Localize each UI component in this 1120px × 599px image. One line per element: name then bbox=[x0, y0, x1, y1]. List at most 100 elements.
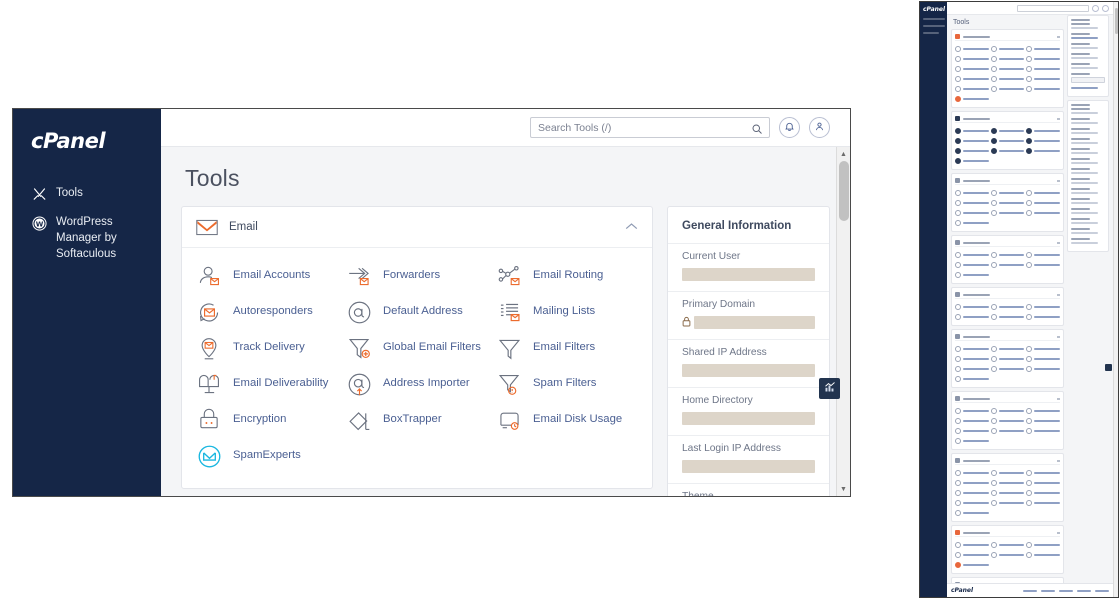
thumbnail-tool[interactable] bbox=[991, 84, 1025, 93]
scrollbar-thumb[interactable] bbox=[839, 161, 849, 221]
thumbnail-tool[interactable] bbox=[955, 156, 989, 165]
thumbnail-tool[interactable] bbox=[955, 468, 989, 477]
tool-global-email-filters[interactable]: Global Email Filters bbox=[346, 330, 496, 366]
thumbnail-search-input[interactable] bbox=[1017, 5, 1089, 12]
thumbnail-tool[interactable] bbox=[955, 508, 989, 517]
thumbnail-section-header[interactable] bbox=[955, 457, 1060, 465]
thumbnail-tool[interactable] bbox=[955, 478, 989, 487]
thumbnail-tool[interactable] bbox=[991, 198, 1025, 207]
thumbnail-tool[interactable] bbox=[955, 126, 989, 135]
thumbnail-tool[interactable] bbox=[991, 426, 1025, 435]
thumbnail-tool[interactable] bbox=[955, 354, 989, 363]
thumbnail-tool[interactable] bbox=[991, 540, 1025, 549]
thumbnail-section-card[interactable] bbox=[951, 29, 1064, 108]
thumbnail-tool[interactable] bbox=[955, 146, 989, 155]
thumbnail-tool[interactable] bbox=[955, 250, 989, 259]
thumbnail-footer-link[interactable] bbox=[1095, 590, 1109, 592]
thumbnail-section-card[interactable] bbox=[951, 287, 1064, 326]
thumbnail-tool[interactable] bbox=[1026, 260, 1060, 269]
thumbnail-tool[interactable] bbox=[991, 302, 1025, 311]
tool-email-routing[interactable]: Email Routing bbox=[496, 258, 646, 294]
thumbnail-tool[interactable] bbox=[1026, 198, 1060, 207]
thumbnail-tool[interactable] bbox=[955, 550, 989, 559]
thumbnail-tool[interactable] bbox=[991, 344, 1025, 353]
chevron-up-icon[interactable] bbox=[625, 218, 638, 236]
thumbnail-tool[interactable] bbox=[1026, 550, 1060, 559]
thumbnail-tool[interactable] bbox=[991, 498, 1025, 507]
sidebar-item-wordpress-manager[interactable]: W WordPress Manager by Softaculous bbox=[13, 208, 161, 269]
thumbnail-section-header[interactable] bbox=[955, 395, 1060, 403]
full-page-thumbnail[interactable]: cPanel Tools bbox=[919, 1, 1119, 598]
thumbnail-tool[interactable] bbox=[955, 540, 989, 549]
thumbnail-tool[interactable] bbox=[955, 260, 989, 269]
thumbnail-scrollbar[interactable] bbox=[1113, 2, 1118, 597]
cpanel-logo[interactable]: cPanel bbox=[13, 123, 161, 153]
thumbnail-tool[interactable] bbox=[991, 488, 1025, 497]
thumbnail-tool[interactable] bbox=[955, 498, 989, 507]
thumbnail-tool[interactable] bbox=[1026, 426, 1060, 435]
thumbnail-tool[interactable] bbox=[955, 344, 989, 353]
tool-email-accounts[interactable]: Email Accounts bbox=[196, 258, 346, 294]
thumbnail-notifications-button[interactable] bbox=[1092, 5, 1099, 12]
scroll-up-arrow-icon[interactable]: ▲ bbox=[837, 147, 850, 161]
thumbnail-tool[interactable] bbox=[1026, 540, 1060, 549]
thumbnail-tool[interactable] bbox=[991, 44, 1025, 53]
thumbnail-section-card[interactable] bbox=[951, 111, 1064, 170]
thumbnail-tool[interactable] bbox=[991, 550, 1025, 559]
tool-encryption[interactable]: Encryption bbox=[196, 402, 346, 438]
page-scroll-area[interactable]: Tools Em bbox=[161, 147, 850, 496]
thumbnail-account-button[interactable] bbox=[1102, 5, 1109, 12]
thumbnail-tool[interactable] bbox=[1026, 44, 1060, 53]
thumbnail-tool[interactable] bbox=[955, 426, 989, 435]
thumbnail-tool[interactable] bbox=[955, 64, 989, 73]
thumbnail-section-card[interactable] bbox=[951, 329, 1064, 388]
thumbnail-section-header[interactable] bbox=[955, 33, 1060, 41]
thumbnail-tool[interactable] bbox=[1026, 146, 1060, 155]
thumbnail-tool[interactable] bbox=[991, 64, 1025, 73]
thumbnail-tool[interactable] bbox=[955, 198, 989, 207]
thumbnail-footer-link[interactable] bbox=[1059, 590, 1073, 592]
thumbnail-section-header[interactable] bbox=[955, 177, 1060, 185]
thumbnail-section-header[interactable] bbox=[955, 239, 1060, 247]
thumbnail-tool[interactable] bbox=[991, 146, 1025, 155]
thumbnail-tool[interactable] bbox=[991, 416, 1025, 425]
thumbnail-tool[interactable] bbox=[991, 260, 1025, 269]
thumbnail-section-header[interactable] bbox=[955, 529, 1060, 537]
thumbnail-section-header[interactable] bbox=[955, 115, 1060, 123]
thumbnail-tool[interactable] bbox=[991, 188, 1025, 197]
thumbnail-tool[interactable] bbox=[955, 406, 989, 415]
search-box[interactable] bbox=[530, 117, 770, 138]
thumbnail-section-card[interactable] bbox=[951, 525, 1064, 574]
thumbnail-tool[interactable] bbox=[955, 136, 989, 145]
tool-email-disk-usage[interactable]: Email Disk Usage bbox=[496, 402, 646, 438]
thumbnail-tool[interactable] bbox=[991, 312, 1025, 321]
thumbnail-tool[interactable] bbox=[1026, 64, 1060, 73]
thumbnail-scrollbar-thumb[interactable] bbox=[1115, 8, 1118, 34]
thumbnail-tool[interactable] bbox=[955, 44, 989, 53]
thumbnail-tool[interactable] bbox=[955, 364, 989, 373]
thumbnail-tool[interactable] bbox=[991, 208, 1025, 217]
tool-email-deliverability[interactable]: Email Deliverability bbox=[196, 366, 346, 402]
thumbnail-tool[interactable] bbox=[991, 354, 1025, 363]
thumbnail-tool[interactable] bbox=[955, 488, 989, 497]
scroll-down-arrow-icon[interactable]: ▼ bbox=[837, 482, 850, 496]
thumbnail-theme-select[interactable] bbox=[1071, 77, 1105, 83]
statistics-float-button[interactable] bbox=[819, 378, 840, 399]
thumbnail-footer-link[interactable] bbox=[1077, 590, 1091, 592]
tool-forwarders[interactable]: Forwarders bbox=[346, 258, 496, 294]
thumbnail-section-card[interactable] bbox=[951, 453, 1064, 522]
thumbnail-tool[interactable] bbox=[1026, 136, 1060, 145]
thumbnail-tool[interactable] bbox=[991, 54, 1025, 63]
thumbnail-tool[interactable] bbox=[1026, 354, 1060, 363]
tool-spamexperts[interactable]: SpamExperts bbox=[196, 438, 346, 474]
thumbnail-statistics-float-button[interactable] bbox=[1105, 364, 1112, 371]
thumbnail-tool[interactable] bbox=[991, 364, 1025, 373]
thumbnail-tool[interactable] bbox=[991, 406, 1025, 415]
thumbnail-tool[interactable] bbox=[955, 94, 989, 103]
thumbnail-tool[interactable] bbox=[1026, 364, 1060, 373]
thumbnail-section-header[interactable] bbox=[955, 333, 1060, 341]
thumbnail-tool[interactable] bbox=[1026, 344, 1060, 353]
vertical-scrollbar[interactable]: ▲ ▼ bbox=[836, 147, 850, 496]
thumbnail-tool[interactable] bbox=[991, 250, 1025, 259]
thumbnail-tool[interactable] bbox=[1026, 84, 1060, 93]
